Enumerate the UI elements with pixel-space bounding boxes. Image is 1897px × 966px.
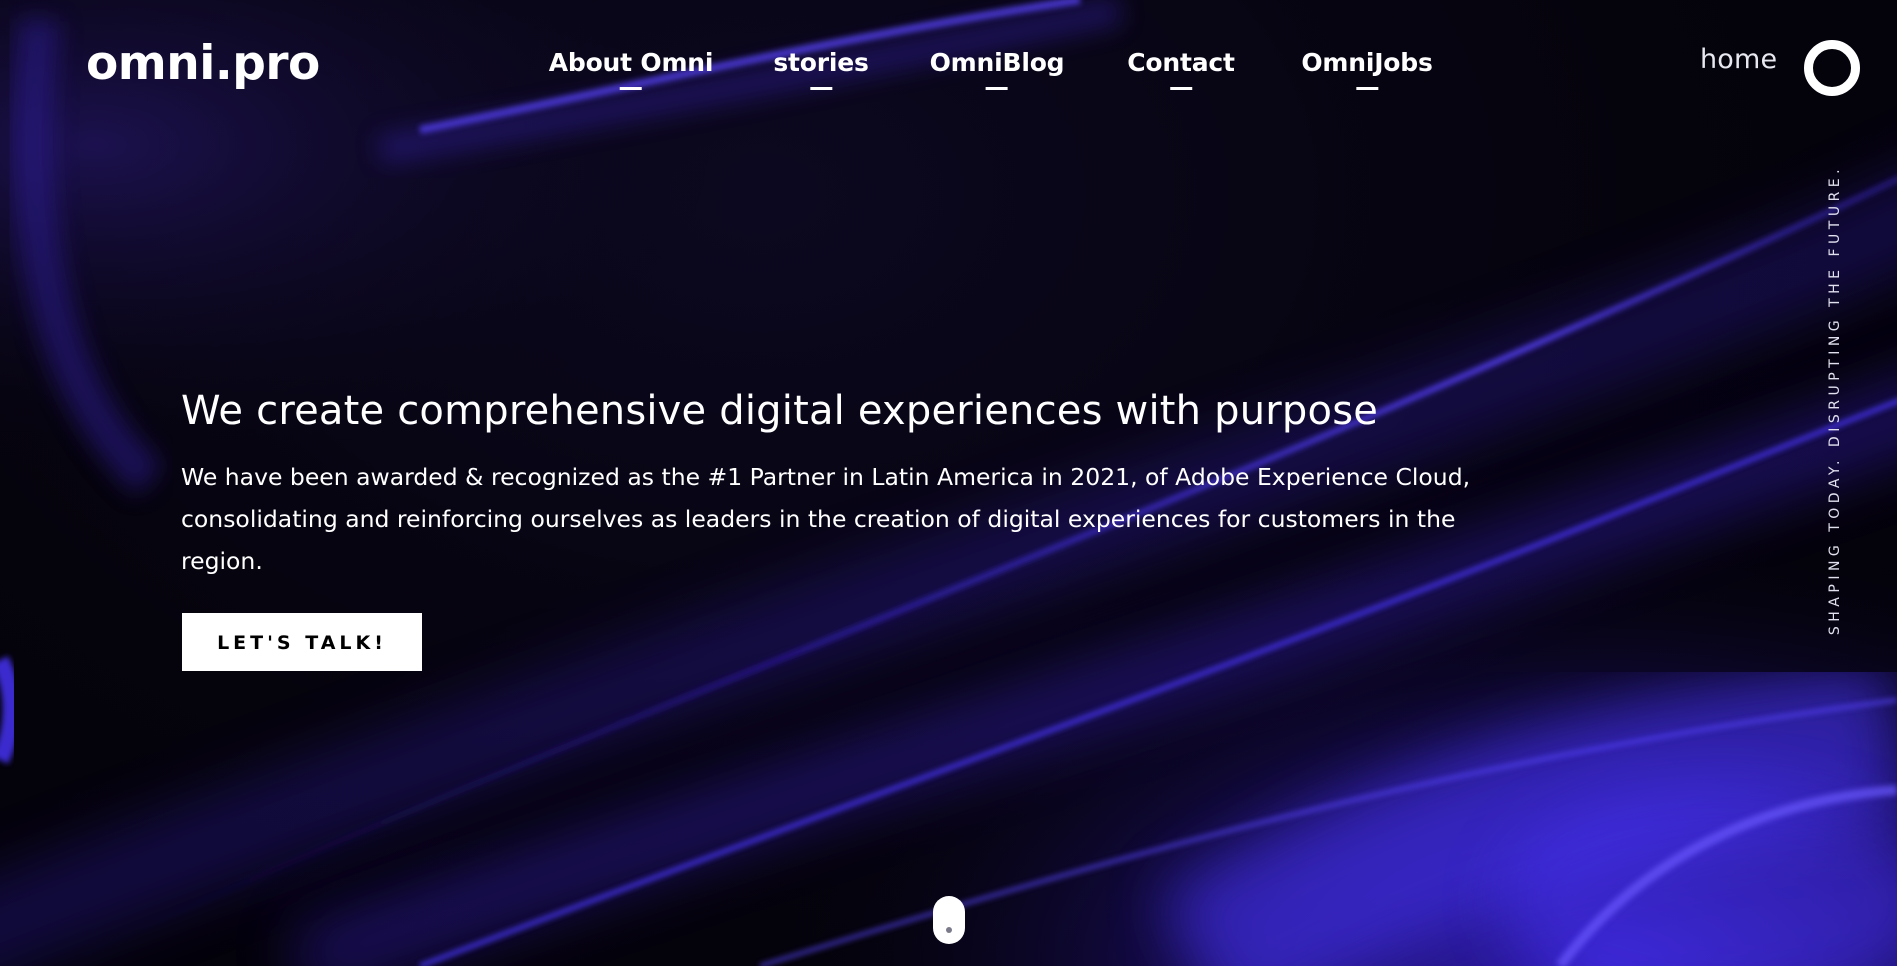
nav-underline: [1355, 87, 1378, 90]
nav-item-label: OmniBlog: [929, 48, 1065, 77]
nav-underline: [810, 87, 832, 90]
nav-item-omniblog[interactable]: OmniBlog: [930, 48, 1065, 90]
hero-section: We create comprehensive digital experien…: [181, 384, 1481, 582]
hero-title: We create comprehensive digital experien…: [181, 388, 1379, 434]
page: omni.pro About Omni stories OmniBlog Con…: [0, 0, 1897, 966]
nav-item-label: OmniJobs: [1301, 48, 1433, 77]
nav-item-stories[interactable]: stories: [773, 48, 869, 90]
hero-description: We have been awarded & recognized as the…: [181, 463, 1471, 575]
main-navigation: About Omni stories OmniBlog Contact Omni…: [0, 48, 1897, 108]
mouse-scroll-icon[interactable]: [933, 896, 965, 944]
scroll-dot: [946, 927, 952, 933]
nav-underline: [985, 87, 1008, 90]
nav-item-label: About Omni: [548, 48, 714, 77]
nav-item-label: Contact: [1127, 48, 1235, 77]
nav-item-about-omni[interactable]: About Omni: [548, 48, 714, 90]
nav-item-omnijobs[interactable]: OmniJobs: [1301, 48, 1433, 90]
vertical-tagline: SHAPING TODAY. DISRUPTING THE FUTURE.: [1827, 164, 1843, 636]
lets-talk-button[interactable]: LET'S TALK!: [182, 613, 422, 671]
ring-menu-icon[interactable]: [1804, 40, 1860, 96]
nav-underline: [619, 87, 642, 90]
home-link[interactable]: home: [1700, 44, 1777, 75]
nav-underline: [1169, 87, 1192, 90]
nav-item-contact[interactable]: Contact: [1127, 48, 1235, 90]
nav-item-label: stories: [773, 48, 869, 77]
